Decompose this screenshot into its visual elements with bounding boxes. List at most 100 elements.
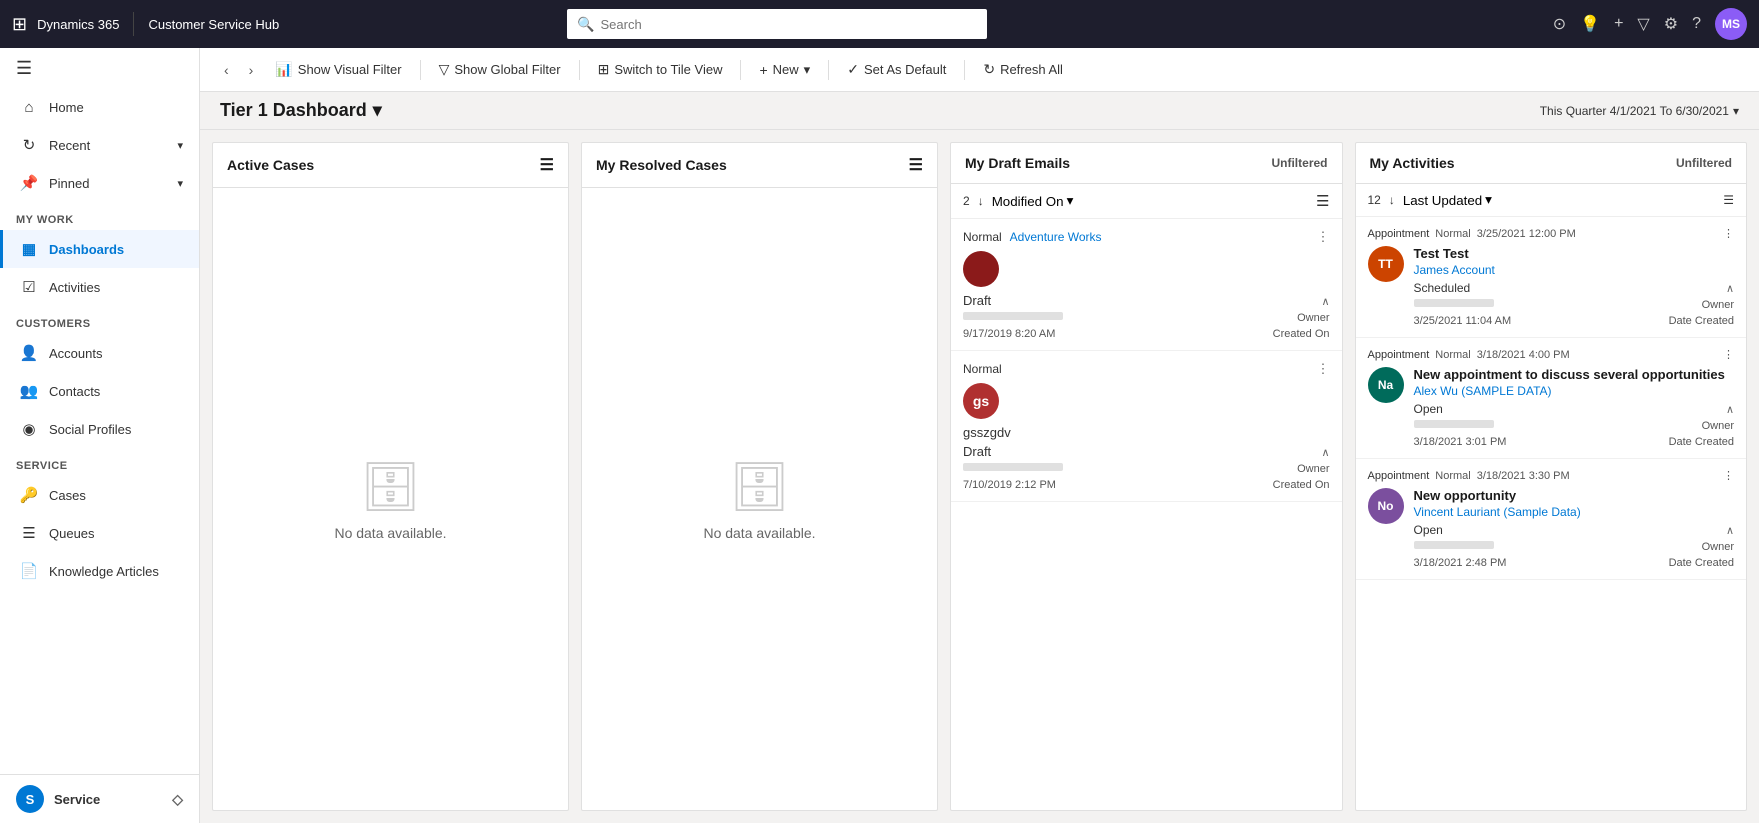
activity-name-2: New appointment to discuss several oppor… xyxy=(1414,367,1735,382)
sidebar-item-cases-label: Cases xyxy=(49,488,86,503)
sidebar-item-home[interactable]: ⌂ Home xyxy=(0,89,199,126)
bar-chart-icon: 📊 xyxy=(275,61,292,78)
activity-view-toggle-icon[interactable]: ☰ xyxy=(1723,193,1734,207)
set-default-button[interactable]: ✓ Set As Default xyxy=(837,55,956,84)
sidebar-item-recent-label: Recent xyxy=(49,138,90,153)
email-status-2: Draft xyxy=(963,444,991,459)
list-item: Normal Adventure Works ⋮ Draft ∧ xyxy=(951,219,1342,351)
back-button[interactable]: ‹ xyxy=(216,56,237,84)
sidebar-item-pinned[interactable]: 📌 Pinned ▾ xyxy=(0,164,199,202)
email-blurred-text-1 xyxy=(963,312,1063,320)
activity-priority-1: Normal xyxy=(1435,228,1470,240)
add-icon[interactable]: + xyxy=(1614,15,1623,33)
email-status-1: Draft xyxy=(963,293,991,308)
sidebar-item-accounts-label: Accounts xyxy=(49,346,102,361)
activity-avatar-2: Na xyxy=(1368,367,1404,403)
sidebar-item-knowledge-articles[interactable]: 📄 Knowledge Articles xyxy=(0,552,199,590)
search-input[interactable] xyxy=(601,17,978,32)
activity-date-row-3: 3/18/2021 2:48 PM Date Created xyxy=(1414,557,1735,569)
page-header: Tier 1 Dashboard ▾ This Quarter 4/1/2021… xyxy=(200,92,1759,130)
email-sort-button[interactable]: Modified On ▾ xyxy=(992,193,1074,209)
activity-sub-1[interactable]: James Account xyxy=(1414,263,1735,277)
circle-check-icon[interactable]: ⊙ xyxy=(1553,14,1566,34)
switch-tile-view-button[interactable]: ⊞ Switch to Tile View xyxy=(588,55,733,84)
chevron-down-icon: ▾ xyxy=(177,139,183,152)
activities-header: My Activities Unfiltered xyxy=(1356,143,1747,184)
refresh-all-button[interactable]: ↻ Refresh All xyxy=(973,55,1073,84)
help-icon[interactable]: ? xyxy=(1692,15,1701,33)
sidebar-menu-button[interactable]: ☰ xyxy=(0,48,199,89)
forward-button[interactable]: › xyxy=(241,56,262,84)
sidebar-item-social-profiles[interactable]: ◉ Social Profiles xyxy=(0,410,199,448)
filter-icon[interactable]: ▽ xyxy=(1637,14,1649,34)
sidebar-bottom[interactable]: S Service ◇ xyxy=(0,774,199,823)
lightbulb-icon[interactable]: 💡 xyxy=(1580,14,1600,34)
search-bar[interactable]: 🔍 xyxy=(567,9,987,39)
show-global-filter-button[interactable]: ▽ Show Global Filter xyxy=(429,55,571,84)
active-cases-title: Active Cases xyxy=(227,157,314,173)
email-sort-icon: ↓ xyxy=(978,194,984,208)
activity-detail-3: Owner xyxy=(1414,541,1735,553)
app-grid-icon[interactable]: ⊞ xyxy=(12,14,27,35)
email-expand-icon-2[interactable]: ∧ xyxy=(1321,446,1329,459)
email-item-header-2: Normal ⋮ xyxy=(963,361,1330,377)
toolbar: ‹ › 📊 Show Visual Filter ▽ Show Global F… xyxy=(200,48,1759,92)
avatar[interactable]: MS xyxy=(1715,8,1747,40)
sidebar-item-cases[interactable]: 🔑 Cases xyxy=(0,476,199,514)
email-more-icon-2[interactable]: ⋮ xyxy=(1317,361,1330,377)
email-owner-label-1: Owner xyxy=(1297,312,1329,324)
date-range-text: This Quarter 4/1/2021 To 6/30/2021 xyxy=(1540,104,1729,118)
view-icon[interactable]: ☰ xyxy=(540,155,554,175)
activity-more-icon-1[interactable]: ⋮ xyxy=(1723,227,1734,240)
email-detail-1: Owner xyxy=(963,312,1330,324)
accounts-icon: 👤 xyxy=(19,344,39,362)
activity-expand-icon-2[interactable]: ∧ xyxy=(1726,403,1734,416)
active-cases-header: Active Cases ☰ xyxy=(213,143,568,188)
activity-avatar-3: No xyxy=(1368,488,1404,524)
title-chevron-icon: ▾ xyxy=(373,100,382,121)
resolved-view-icon[interactable]: ☰ xyxy=(909,155,923,175)
email-date-1: 9/17/2019 8:20 AM xyxy=(963,328,1055,340)
email-company-1[interactable]: Adventure Works xyxy=(1010,230,1102,244)
activity-status-2: Open xyxy=(1414,402,1443,416)
activity-sort-button[interactable]: Last Updated ▾ xyxy=(1403,192,1492,208)
resolved-cases-panel: My Resolved Cases ☰ 🗄 No data available. xyxy=(581,142,938,811)
activity-expand-icon-1[interactable]: ∧ xyxy=(1726,282,1734,295)
sidebar-item-contacts[interactable]: 👥 Contacts xyxy=(0,372,199,410)
email-more-icon-1[interactable]: ⋮ xyxy=(1317,229,1330,245)
active-cases-panel: Active Cases ☰ 🗄 No data available. xyxy=(212,142,569,811)
activity-info-3: New opportunity Vincent Lauriant (Sample… xyxy=(1414,488,1735,569)
activity-status-1: Scheduled xyxy=(1414,281,1471,295)
sidebar-item-accounts[interactable]: 👤 Accounts xyxy=(0,334,199,372)
sidebar-item-dashboards[interactable]: ▦ Dashboards xyxy=(0,230,199,268)
activity-sub-3[interactable]: Vincent Lauriant (Sample Data) xyxy=(1414,505,1735,519)
activity-more-icon-3[interactable]: ⋮ xyxy=(1723,469,1734,482)
section-service: Service xyxy=(0,448,199,476)
resolved-no-data-icon: 🗄 xyxy=(729,458,790,515)
new-button[interactable]: + New ▾ xyxy=(749,56,820,84)
draft-emails-title: My Draft Emails xyxy=(965,155,1070,171)
settings-icon[interactable]: ⚙ xyxy=(1664,14,1678,34)
knowledge-icon: 📄 xyxy=(19,562,39,580)
activity-date-3: 3/18/2021 3:30 PM xyxy=(1477,470,1570,482)
activity-count: 12 xyxy=(1368,193,1381,207)
activity-right-meta-2: Owner xyxy=(1702,420,1734,432)
plus-icon: + xyxy=(759,62,767,78)
recent-icon: ↻ xyxy=(19,136,39,154)
activity-created-label-1: Date Created xyxy=(1669,315,1734,327)
activity-detail-date-3: 3/18/2021 2:48 PM xyxy=(1414,557,1507,569)
activity-status-3: Open xyxy=(1414,523,1443,537)
sidebar-item-recent[interactable]: ↻ Recent ▾ xyxy=(0,126,199,164)
sidebar-item-queues[interactable]: ☰ Queues xyxy=(0,514,199,552)
activity-owner-label-1: Owner xyxy=(1702,299,1734,311)
email-right-labels-1: Owner xyxy=(1297,312,1329,324)
sidebar-item-activities[interactable]: ☑ Activities xyxy=(0,268,199,306)
email-view-toggle-icon[interactable]: ☰ xyxy=(1316,192,1329,210)
dashboard-title-button[interactable]: Tier 1 Dashboard ▾ xyxy=(220,100,382,121)
activity-sub-2[interactable]: Alex Wu (SAMPLE DATA) xyxy=(1414,384,1735,398)
activity-more-icon-2[interactable]: ⋮ xyxy=(1723,348,1734,361)
date-range[interactable]: This Quarter 4/1/2021 To 6/30/2021 ▾ xyxy=(1540,104,1739,118)
email-expand-icon-1[interactable]: ∧ xyxy=(1321,295,1329,308)
activity-expand-icon-3[interactable]: ∧ xyxy=(1726,524,1734,537)
show-visual-filter-button[interactable]: 📊 Show Visual Filter xyxy=(265,55,411,84)
